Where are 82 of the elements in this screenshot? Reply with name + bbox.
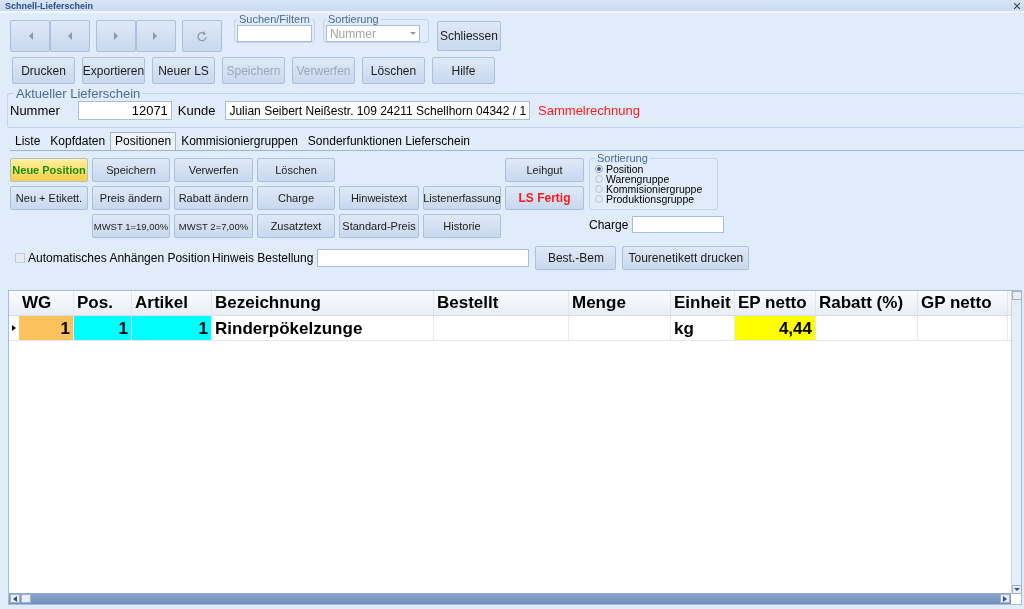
field-label: Hinweis Bestellung bbox=[212, 251, 314, 265]
column-header[interactable]: GP netto bbox=[918, 291, 1008, 315]
radio-button[interactable] bbox=[595, 185, 603, 193]
radio-button[interactable] bbox=[595, 175, 603, 183]
action-button[interactable]: Speichern bbox=[92, 158, 170, 182]
field-label: Suchen/Filtern bbox=[238, 13, 311, 25]
toolbar-button[interactable]: Löschen bbox=[362, 57, 425, 84]
caret-icon bbox=[409, 31, 416, 36]
action-button[interactable]: Listenerfassung bbox=[423, 186, 501, 210]
search-field[interactable] bbox=[237, 25, 312, 42]
radio-label: Produktionsgruppe bbox=[606, 194, 695, 204]
scroll-thumb[interactable] bbox=[21, 594, 31, 603]
table-cell: 1 bbox=[19, 316, 74, 340]
scroll-thumb[interactable] bbox=[1012, 291, 1022, 300]
scroll-left-icon[interactable] bbox=[13, 595, 17, 602]
column-header[interactable]: Pos. bbox=[74, 291, 132, 315]
status-label: Sammelrechnung bbox=[538, 103, 640, 118]
table-cell: Rinderpökelzunge bbox=[212, 316, 434, 340]
action-button[interactable]: Charge bbox=[257, 186, 335, 210]
field-label: Kunde bbox=[177, 103, 216, 118]
refresh-icon bbox=[196, 30, 208, 42]
radio-button[interactable] bbox=[595, 165, 603, 173]
column-header[interactable]: Bezeichnung bbox=[212, 291, 434, 315]
number-field[interactable]: 12071 bbox=[77, 101, 172, 120]
column-header[interactable]: Bestellt bbox=[434, 291, 569, 315]
tab[interactable]: Kopfdaten bbox=[45, 133, 111, 150]
action-button[interactable]: Verwerfen bbox=[174, 158, 253, 182]
action-button[interactable]: Rabatt ändern bbox=[174, 186, 253, 210]
action-button[interactable]: Preis ändern bbox=[92, 186, 170, 210]
radio-button[interactable] bbox=[595, 195, 603, 203]
action-button[interactable]: Standard-Preis bbox=[339, 214, 419, 238]
action-button[interactable]: Historie bbox=[423, 214, 501, 238]
tab[interactable]: Positionen bbox=[110, 132, 177, 150]
toolbar-button[interactable]: Exportieren bbox=[82, 57, 145, 84]
action-button[interactable]: Zusatztext bbox=[257, 214, 335, 238]
radio-label: Position bbox=[606, 164, 644, 174]
action-button[interactable]: Neu + Etikett. bbox=[10, 186, 88, 210]
radio-label: Warengruppe bbox=[606, 174, 670, 184]
action-button[interactable]: Leihgut bbox=[505, 158, 584, 182]
order-note-field[interactable] bbox=[317, 249, 530, 267]
radio-label: Kommisioniergruppe bbox=[606, 184, 703, 194]
first-button[interactable] bbox=[10, 20, 50, 52]
column-header[interactable]: WG bbox=[19, 291, 74, 315]
toolbar-button[interactable]: Drucken bbox=[12, 57, 75, 84]
column-header[interactable]: Rabatt (%) bbox=[816, 291, 918, 315]
action-button[interactable]: Tourenetikett drucken bbox=[622, 246, 750, 270]
action-button[interactable]: Löschen bbox=[257, 158, 335, 182]
table-cell: 4,44 bbox=[735, 316, 816, 340]
refresh-button[interactable] bbox=[182, 20, 222, 52]
close-button[interactable]: Schliessen bbox=[436, 21, 501, 51]
customer-field[interactable]: Julian Seibert Neißestr. 109 24211 Schellhorn 04342 / 1 bbox=[225, 101, 531, 120]
tab[interactable]: Sonderfunktionen Lieferschein bbox=[302, 133, 475, 150]
column-header[interactable]: Einheit bbox=[671, 291, 735, 315]
action-button[interactable]: MWST 2=7,00% bbox=[174, 214, 253, 238]
vertical-scrollbar[interactable] bbox=[1011, 291, 1021, 594]
column-header[interactable]: EP netto bbox=[735, 291, 816, 315]
horizontal-scrollbar[interactable] bbox=[9, 593, 1011, 604]
checkbox[interactable] bbox=[15, 253, 25, 263]
action-button[interactable]: Best.-Bem bbox=[535, 246, 617, 270]
action-button[interactable]: MWST 1=19,00% bbox=[92, 214, 170, 238]
tab[interactable]: Liste bbox=[10, 133, 46, 150]
next-button[interactable] bbox=[96, 20, 136, 52]
close-icon[interactable] bbox=[1014, 2, 1020, 9]
column-header[interactable]: Menge bbox=[569, 291, 671, 315]
table-cell: 1 bbox=[132, 316, 212, 340]
column-header[interactable]: Artikel bbox=[132, 291, 212, 315]
scroll-right-icon[interactable] bbox=[1003, 595, 1007, 602]
toolbar-button[interactable]: Hilfe bbox=[432, 57, 495, 84]
field-label: Nummer bbox=[10, 103, 60, 118]
tab[interactable]: Kommisioniergruppen bbox=[176, 133, 303, 150]
action-button[interactable]: Hinweistext bbox=[339, 186, 419, 210]
charge-field[interactable] bbox=[632, 216, 725, 233]
last-button[interactable] bbox=[136, 20, 176, 52]
prev-button[interactable] bbox=[50, 20, 90, 52]
group-title: Sortierung bbox=[596, 153, 649, 164]
table-cell: 1 bbox=[74, 316, 132, 340]
field-label: Sortierung bbox=[326, 13, 380, 25]
toolbar-button[interactable]: Neuer LS bbox=[152, 57, 215, 84]
scroll-down-icon[interactable] bbox=[1014, 587, 1020, 592]
group-title: Aktueller Lieferschein bbox=[15, 86, 142, 101]
field-label: Charge bbox=[589, 217, 629, 232]
window-title: Schnell-Lieferschein bbox=[5, 0, 94, 11]
